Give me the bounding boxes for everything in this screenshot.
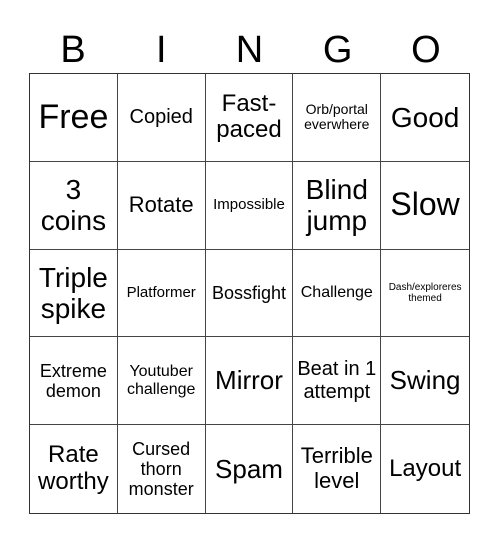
bingo-cell[interactable]: Challenge (293, 249, 382, 338)
bingo-grid: Free Copied Fast-paced Orb/portal everwh… (29, 73, 470, 514)
header-letter-g: G (322, 29, 353, 71)
bingo-cell[interactable]: Dash/exploreres themed (381, 250, 469, 338)
bingo-cell[interactable]: Triple spike (30, 249, 118, 338)
bingo-cell[interactable]: Bossfight (205, 249, 294, 338)
bingo-cell[interactable]: Orb/portal everwhere (293, 74, 382, 162)
bingo-cell[interactable]: Impossible (205, 161, 294, 250)
bingo-cell[interactable]: Youtuber challenge (117, 337, 206, 426)
bingo-cell[interactable]: Extreme demon (30, 337, 118, 426)
header-letter-i: I (156, 29, 167, 71)
bingo-cell[interactable]: Cursed thorn monster (118, 425, 206, 513)
bingo-cell[interactable]: Platformer (117, 249, 206, 338)
header-letter-b: B (60, 29, 86, 71)
bingo-cell[interactable]: Rotate (117, 161, 206, 250)
bingo-cell[interactable]: Fast-paced (205, 74, 294, 162)
bingo-cell[interactable]: Good (381, 74, 469, 162)
bingo-cell[interactable]: Blind jump (293, 161, 382, 250)
bingo-cell[interactable]: Free (30, 74, 118, 162)
bingo-header: B I N G O (29, 28, 470, 73)
bingo-cell[interactable]: Slow (381, 162, 469, 250)
bingo-cell[interactable]: Spam (206, 425, 294, 513)
header-letter-o: O (411, 29, 441, 71)
bingo-cell[interactable]: 3 coins (30, 161, 118, 250)
bingo-cell[interactable]: Mirror (205, 337, 294, 426)
bingo-cell[interactable]: Layout (381, 425, 469, 513)
bingo-cell[interactable]: Terrible level (293, 425, 382, 513)
header-letter-n: N (235, 29, 264, 71)
bingo-cell[interactable]: Rate worthy (30, 425, 118, 513)
bingo-cell[interactable]: Beat in 1 attempt (293, 337, 382, 426)
bingo-cell[interactable]: Copied (117, 74, 206, 162)
bingo-cell[interactable]: Swing (381, 337, 469, 426)
